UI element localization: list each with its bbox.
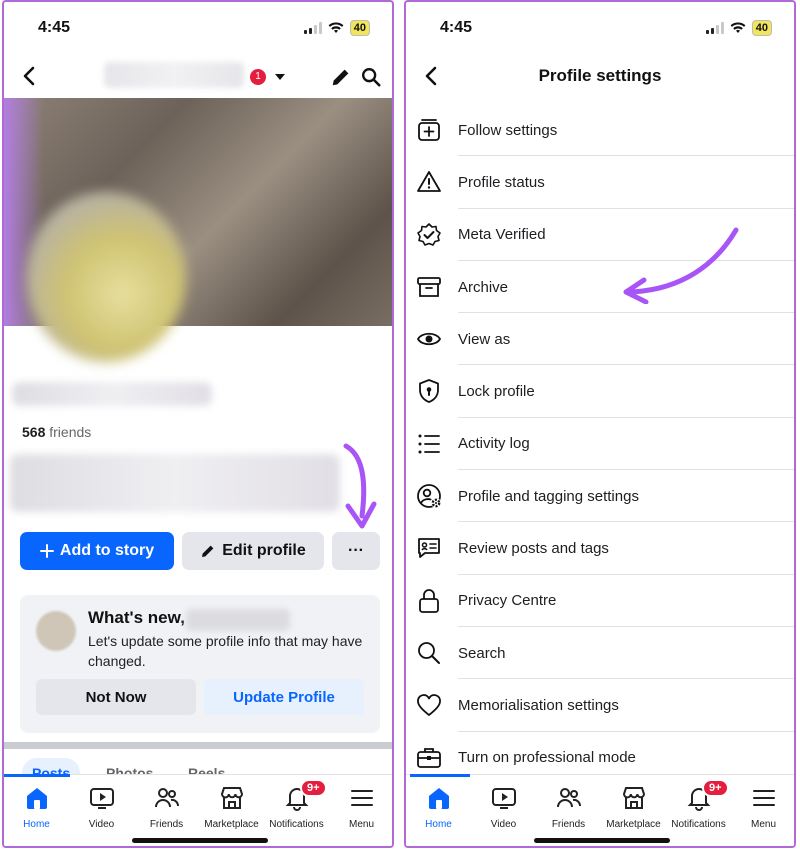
not-now-button[interactable]: Not Now xyxy=(36,679,196,715)
home-icon xyxy=(428,788,449,809)
person-gear-icon xyxy=(417,484,441,509)
bottom-nav: Home Video Friends Marketplace 9+ Notifi… xyxy=(406,774,794,846)
padlock-icon xyxy=(419,588,439,613)
nav-notifications[interactable]: 9+ Notifications xyxy=(666,779,731,830)
page-title: Profile settings xyxy=(538,66,662,85)
menu-icon xyxy=(752,790,775,806)
nav-video[interactable]: Video xyxy=(471,785,536,830)
setting-view-as[interactable]: View as xyxy=(406,313,794,366)
pencil-icon[interactable] xyxy=(330,66,352,88)
follow-settings-icon xyxy=(418,119,440,141)
home-indicator xyxy=(534,838,670,843)
profile-tabs: Posts Photos Reels xyxy=(4,754,392,776)
nav-menu[interactable]: Menu xyxy=(731,785,794,830)
battery-indicator: 40 xyxy=(751,20,772,36)
setting-activity-log[interactable]: Activity log xyxy=(406,418,794,471)
setting-memorialisation[interactable]: Memorialisation settings xyxy=(406,679,794,732)
highlight-arrow xyxy=(343,443,377,529)
setting-privacy-centre[interactable]: Privacy Centre xyxy=(406,575,794,627)
nav-menu[interactable]: Menu xyxy=(329,785,392,830)
profile-picture[interactable] xyxy=(26,192,186,362)
back-arrow-icon[interactable] xyxy=(18,64,42,88)
setting-lock-profile[interactable]: Lock profile xyxy=(406,365,794,418)
add-to-story-button[interactable]: Add to story xyxy=(20,532,174,570)
nav-marketplace[interactable]: Marketplace xyxy=(199,785,264,830)
edit-profile-button[interactable]: Edit profile xyxy=(182,532,324,570)
video-icon xyxy=(89,788,114,809)
status-bar: 4:45 40 xyxy=(406,16,794,42)
profile-name-blurred xyxy=(104,62,244,88)
nav-home[interactable]: Home xyxy=(406,785,471,830)
card-name-blurred xyxy=(186,609,290,631)
nav-friends[interactable]: Friends xyxy=(536,785,601,830)
review-tag-icon xyxy=(418,538,440,559)
section-divider xyxy=(4,742,392,749)
chevron-down-icon[interactable] xyxy=(274,72,286,82)
card-title: What's new, xyxy=(88,608,185,627)
update-profile-button[interactable]: Update Profile xyxy=(204,679,364,715)
account-badge: 1 xyxy=(250,69,266,85)
profile-settings-screen: 4:45 40 Profile settings Follow settings… xyxy=(404,0,796,848)
active-tab-indicator xyxy=(4,774,70,777)
friends-count[interactable]: 568 friends xyxy=(22,424,91,440)
wifi-icon xyxy=(730,22,746,33)
list-icon xyxy=(418,434,440,454)
more-options-button[interactable]: ··· xyxy=(332,532,380,570)
setting-profile-status[interactable]: Profile status xyxy=(406,156,794,209)
bio-blurred xyxy=(10,454,340,512)
search-icon xyxy=(418,642,440,664)
warning-icon xyxy=(417,171,441,193)
update-profile-card: What's new, Let's update some profile in… xyxy=(20,595,380,733)
briefcase-icon xyxy=(417,747,441,768)
status-time: 4:45 xyxy=(38,19,71,36)
video-icon xyxy=(491,788,516,809)
settings-list: Follow settings Profile status Meta Veri… xyxy=(406,104,794,784)
card-text: Let's update some profile info that may … xyxy=(88,633,363,669)
home-icon xyxy=(26,788,47,809)
setting-follow-settings[interactable]: Follow settings xyxy=(406,104,794,157)
active-tab-indicator xyxy=(410,774,470,777)
card-avatar xyxy=(36,611,76,651)
verified-badge-icon xyxy=(417,222,441,246)
notifications-badge: 9+ xyxy=(300,779,327,797)
nav-home[interactable]: Home xyxy=(4,785,69,830)
signal-icon xyxy=(303,22,322,34)
setting-search[interactable]: Search xyxy=(406,627,794,680)
battery-indicator: 40 xyxy=(349,20,370,36)
plus-icon xyxy=(39,544,54,558)
notifications-badge: 9+ xyxy=(702,779,729,797)
nav-friends[interactable]: Friends xyxy=(134,785,199,830)
archive-box-icon xyxy=(417,276,441,297)
home-indicator xyxy=(132,838,268,843)
friends-icon xyxy=(556,788,581,808)
status-bar: 4:45 40 xyxy=(4,16,392,42)
profile-name-blurred-2 xyxy=(12,382,212,406)
highlight-arrow xyxy=(623,227,739,304)
nav-video[interactable]: Video xyxy=(69,785,134,830)
heart-icon xyxy=(417,694,441,717)
bottom-nav: Home Video Friends Marketplace 9+ Notifi… xyxy=(4,774,392,846)
setting-review-posts[interactable]: Review posts and tags xyxy=(406,522,794,575)
signal-icon xyxy=(705,22,724,34)
search-icon[interactable] xyxy=(360,66,382,88)
menu-icon xyxy=(350,790,373,806)
eye-icon xyxy=(416,333,442,346)
wifi-icon xyxy=(328,22,344,33)
pencil-icon xyxy=(202,545,214,557)
shield-lock-icon xyxy=(419,379,439,404)
setting-profile-tagging[interactable]: Profile and tagging settings xyxy=(406,470,794,523)
marketplace-icon xyxy=(220,787,243,809)
friends-icon xyxy=(154,788,179,808)
profile-screen: 4:45 40 1 568 friends Add to story Edit … xyxy=(2,0,394,848)
status-time: 4:45 xyxy=(440,19,473,36)
marketplace-icon xyxy=(622,787,645,809)
nav-marketplace[interactable]: Marketplace xyxy=(601,785,666,830)
nav-notifications[interactable]: 9+ Notifications xyxy=(264,779,329,830)
